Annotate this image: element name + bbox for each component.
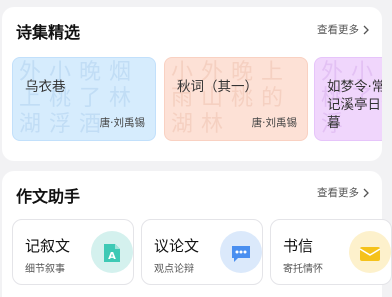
poem-title: 如梦令·常记溪亭日暮 (327, 79, 382, 131)
essay-assistant-card: 作文助手 查看更多 记叙文 细节叙事 A 议论文 观点论辩 书信 寄托情怀 (2, 171, 392, 297)
chevron-right-icon (363, 188, 369, 197)
document-a-icon: A (91, 231, 133, 273)
poems-more-link[interactable]: 查看更多 (317, 22, 370, 37)
essay-more-label: 查看更多 (317, 187, 359, 199)
essay-more-link[interactable]: 查看更多 (317, 185, 370, 200)
tool-desc: 寄托情怀 (283, 264, 323, 275)
tool-desc: 观点论辩 (154, 264, 194, 275)
poem-card[interactable]: 外小晚烟桃了林湖浮 如梦令·常记溪亭日暮 (314, 57, 382, 141)
tool-name: 议论文 (154, 237, 200, 255)
poem-carousel[interactable]: 外小晚烟上桃了林湖浮酒 乌衣巷 唐·刘禹锡 小外晚上雨山桃的湖林 秋词（其一） … (12, 57, 382, 141)
poem-author: 唐·刘禹锡 (251, 117, 297, 129)
tool-name: 记叙文 (25, 237, 71, 255)
poem-title: 乌衣巷 (25, 79, 66, 95)
poem-title: 秋词（其一） (177, 79, 258, 95)
envelope-icon (349, 231, 391, 273)
tool-letter[interactable]: 书信 寄托情怀 (270, 219, 392, 285)
poems-section-card: 诗集精选 查看更多 外小晚烟上桃了林湖浮酒 乌衣巷 唐·刘禹锡 小外晚上雨山桃的… (2, 7, 382, 161)
tool-narrative-essay[interactable]: 记叙文 细节叙事 A (12, 219, 134, 285)
chevron-right-icon (363, 25, 369, 34)
poems-more-label: 查看更多 (317, 24, 359, 36)
poems-section-title: 诗集精选 (16, 23, 81, 42)
poem-card[interactable]: 外小晚烟上桃了林湖浮酒 乌衣巷 唐·刘禹锡 (12, 57, 156, 141)
poem-author: 唐·刘禹锡 (99, 117, 145, 129)
tool-desc: 细节叙事 (25, 264, 65, 275)
chat-bubble-icon (220, 231, 262, 273)
tool-name: 书信 (283, 237, 314, 255)
essay-section-title: 作文助手 (16, 187, 81, 206)
svg-text:A: A (108, 251, 116, 262)
tool-argumentative-essay[interactable]: 议论文 观点论辩 (141, 219, 263, 285)
poem-card[interactable]: 小外晚上雨山桃的湖林 秋词（其一） 唐·刘禹锡 (164, 57, 308, 141)
